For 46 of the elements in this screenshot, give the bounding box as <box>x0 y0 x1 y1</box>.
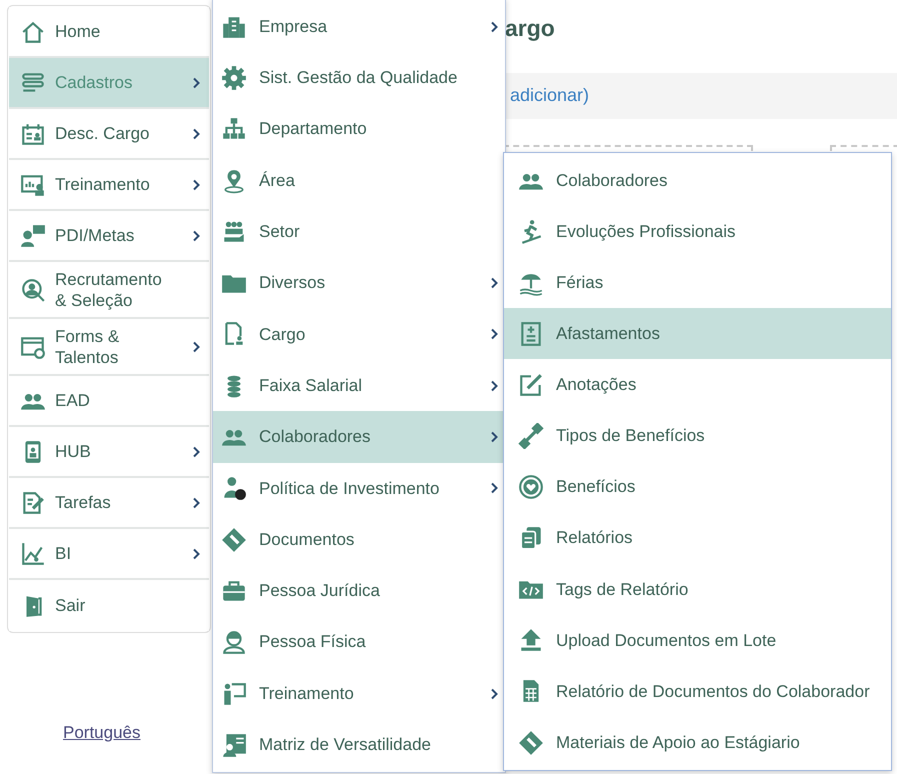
person-money-icon <box>221 475 247 502</box>
menu-item[interactable]: Tags de Relatório <box>504 564 891 615</box>
menu-item[interactable]: Relatório de Documentos do Colaborador <box>504 666 891 718</box>
pencil-icon <box>518 372 544 398</box>
chevron-icon <box>192 446 201 458</box>
chevron-icon <box>192 76 201 88</box>
chat-icon <box>20 222 46 248</box>
search-icon <box>20 276 46 302</box>
chevron-icon <box>192 340 201 352</box>
chevron-icon <box>490 482 499 494</box>
sidebar-item[interactable]: Home <box>9 7 209 58</box>
person-icon <box>221 629 247 656</box>
chevron-icon <box>192 230 201 242</box>
chevron-icon <box>490 277 499 290</box>
chevron-icon <box>490 328 499 340</box>
chevron-icon <box>490 380 499 392</box>
menu-item[interactable]: Departamento <box>213 104 505 155</box>
language-link[interactable]: Português <box>63 720 140 746</box>
menu-item[interactable]: Evoluções Profissionais <box>504 206 891 258</box>
chevron-icon <box>192 128 201 140</box>
menu-item[interactable]: Benefícios <box>504 462 891 513</box>
menu-item[interactable]: Anotações <box>504 359 891 410</box>
menu-item[interactable]: Colaboradores <box>504 155 891 206</box>
menu-item[interactable]: Tipos de Benefícios <box>504 410 891 462</box>
menu-item[interactable]: Sist. Gestão da Qualidade <box>213 52 505 104</box>
chevron-icon <box>490 431 499 444</box>
page-heading: argo <box>505 14 555 42</box>
menu-item[interactable]: Relatórios <box>504 512 891 564</box>
chevron-icon <box>192 548 201 560</box>
chevron-icon <box>490 688 499 700</box>
menu-item[interactable]: Afastamentos <box>504 308 891 360</box>
menu-item[interactable]: Materiais de Apoio ao Estágiario <box>504 717 891 768</box>
chevron-icon <box>192 178 201 190</box>
document-icon <box>518 730 544 756</box>
menu-item[interactable]: Empresa <box>213 1 505 52</box>
chevron-icon <box>490 20 499 33</box>
dumbbell-icon <box>518 423 544 450</box>
document-icon <box>221 526 247 553</box>
menu-item[interactable]: Férias <box>504 257 891 308</box>
menu-item[interactable]: Upload Documentos em Lote <box>504 614 891 666</box>
chart-icon <box>20 540 46 566</box>
add-link[interactable]: adicionar) <box>510 82 590 109</box>
chevron-icon <box>192 496 201 508</box>
menu-item[interactable]: Colaboradores <box>213 411 505 463</box>
settings-icon <box>221 64 247 91</box>
board-person-icon <box>221 732 247 758</box>
